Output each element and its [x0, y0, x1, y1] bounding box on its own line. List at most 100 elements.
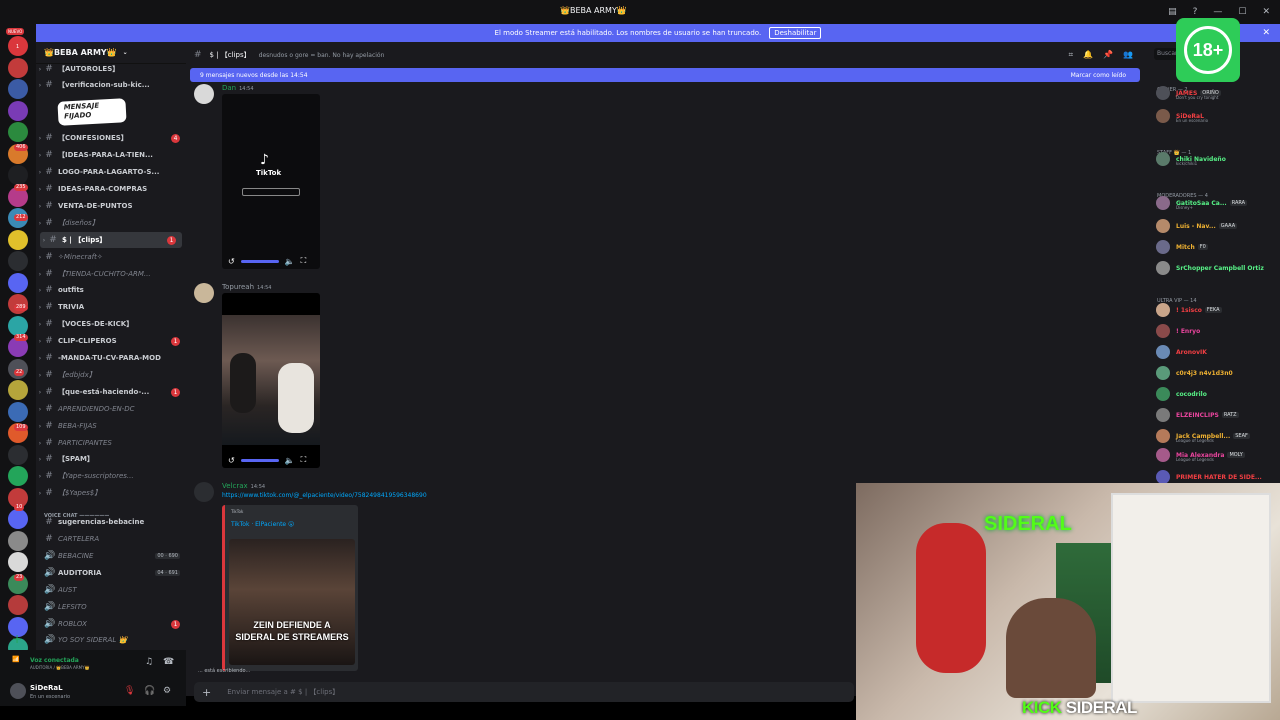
- server-icon[interactable]: [8, 509, 28, 529]
- expand-arrow-icon[interactable]: ›: [40, 237, 48, 244]
- bell-icon[interactable]: 🔔: [1083, 50, 1093, 60]
- member-item[interactable]: c0r4j3 n4v1d3n0: [1156, 365, 1276, 381]
- server-icon[interactable]: [8, 79, 28, 99]
- channel-item[interactable]: › # CLIP-CLIPEROS 1: [36, 333, 186, 349]
- channel-item[interactable]: › # 【diseños】: [36, 215, 186, 231]
- settings-gear-icon[interactable]: ⚙: [163, 686, 171, 696]
- video-attachment[interactable]: ↺ 🔈 ⛶: [222, 293, 320, 468]
- message-author[interactable]: Velcrax: [222, 482, 248, 490]
- expand-arrow-icon[interactable]: ›: [36, 287, 44, 294]
- replay-icon[interactable]: ↺: [228, 257, 235, 266]
- volume-icon[interactable]: 🔈: [285, 456, 295, 465]
- replay-icon[interactable]: ↺: [228, 456, 235, 465]
- server-icon[interactable]: [8, 401, 28, 422]
- member-item[interactable]: ! 1sisco FEKA: [1156, 302, 1276, 318]
- channel-item[interactable]: › # IDEAS-PARA-COMPRAS: [36, 181, 186, 197]
- expand-arrow-icon[interactable]: ›: [36, 203, 44, 210]
- avatar[interactable]: [194, 283, 214, 303]
- mic-muted-icon[interactable]: 🎙: [124, 686, 135, 696]
- member-item[interactable]: ! Enryo: [1156, 323, 1276, 339]
- server-icon[interactable]: [8, 272, 28, 293]
- member-item[interactable]: Luis - Nav... GAAA: [1156, 218, 1276, 234]
- expand-arrow-icon[interactable]: ›: [36, 254, 44, 261]
- avatar[interactable]: [1156, 240, 1170, 254]
- server-icon[interactable]: [8, 251, 28, 271]
- avatar[interactable]: [1156, 303, 1170, 317]
- expand-arrow-icon[interactable]: ›: [36, 406, 44, 413]
- server-icon[interactable]: [8, 466, 28, 486]
- minimize-button[interactable]: —: [1213, 7, 1222, 17]
- channel-item[interactable]: › # $ | 【clips】 1: [40, 232, 182, 248]
- channel-item[interactable]: › # 【Yape-suscriptores...: [36, 468, 186, 484]
- avatar[interactable]: [1156, 86, 1170, 100]
- channel-item[interactable]: › # TRIVIA: [36, 299, 186, 315]
- expand-arrow-icon[interactable]: ›: [36, 321, 44, 328]
- voice-channel-item[interactable]: # CARTELERA: [36, 531, 186, 547]
- expand-arrow-icon[interactable]: ›: [36, 490, 44, 497]
- member-item[interactable]: SiDeRaL En un escenario: [1156, 108, 1276, 124]
- channel-item[interactable]: › # outfits: [36, 282, 186, 298]
- expand-arrow-icon[interactable]: ›: [36, 220, 44, 227]
- server-icon[interactable]: [8, 595, 28, 615]
- embed-thumbnail[interactable]: ZEIN DEFIENDE A SIDERAL DE STREAMERS: [229, 539, 355, 665]
- avatar[interactable]: [1156, 261, 1170, 275]
- close-window-button[interactable]: ✕: [1262, 7, 1270, 17]
- expand-arrow-icon[interactable]: ›: [36, 355, 44, 362]
- server-icon[interactable]: [8, 444, 28, 465]
- member-item[interactable]: Mitch F0: [1156, 239, 1276, 255]
- avatar[interactable]: [1156, 109, 1170, 123]
- server-icon[interactable]: [8, 122, 28, 142]
- expand-arrow-icon[interactable]: ›: [36, 304, 44, 311]
- channel-item[interactable]: › # 【que-está-haciendo-... 1: [36, 384, 186, 400]
- avatar[interactable]: [1156, 429, 1170, 443]
- channel-item[interactable]: › # 【AUTOROLES】: [36, 61, 186, 77]
- add-attachment-icon[interactable]: +: [202, 686, 211, 699]
- mark-read-button[interactable]: Marcar como leído: [1071, 72, 1126, 79]
- channel-item[interactable]: › # ✧Minecraft✧: [36, 249, 186, 265]
- avatar[interactable]: [194, 482, 214, 502]
- server-icon[interactable]: [8, 165, 28, 185]
- member-item[interactable]: Jack Campbell... SEAF League of Legends: [1156, 428, 1276, 444]
- avatar[interactable]: [1156, 196, 1170, 210]
- expand-arrow-icon[interactable]: ›: [36, 456, 44, 463]
- expand-arrow-icon[interactable]: ›: [36, 372, 44, 379]
- message-author[interactable]: Dan: [222, 84, 236, 92]
- add-server-icon[interactable]: +: [12, 632, 22, 646]
- channel-item[interactable]: › # BEBA-FIJAS: [36, 418, 186, 434]
- embed-title[interactable]: TikTok · ElPaciente 😮: [231, 521, 294, 528]
- close-banner-icon[interactable]: ✕: [1262, 28, 1270, 38]
- help-icon[interactable]: ?: [1193, 7, 1198, 17]
- channel-item[interactable]: › # 【IDEAS-PARA-LA-TIEN...: [36, 147, 186, 163]
- pin-icon[interactable]: 📌: [1103, 50, 1113, 60]
- inbox-icon[interactable]: ▤: [1168, 7, 1177, 17]
- server-icon[interactable]: [8, 229, 28, 250]
- voice-channel-item[interactable]: # sugerencias-bebacine: [36, 514, 186, 530]
- message-link[interactable]: https://www.tiktok.com/@_elpaciente/vide…: [222, 492, 427, 499]
- avatar[interactable]: [1156, 152, 1170, 166]
- member-item[interactable]: Mia Alexandra MOLY League of Legends: [1156, 447, 1276, 463]
- server-icon[interactable]: [8, 100, 28, 121]
- expand-arrow-icon[interactable]: ›: [36, 423, 44, 430]
- avatar[interactable]: [1156, 448, 1170, 462]
- avatar[interactable]: [1156, 408, 1170, 422]
- composer-placeholder[interactable]: Enviar mensaje a # $ | 【clips】: [227, 687, 339, 697]
- voice-channel-item[interactable]: 🔊 AUDITORIA 04 · 691: [36, 565, 186, 581]
- channel-item[interactable]: › # 【TIENDA-CUCHITO-ARM...: [36, 266, 186, 282]
- channel-item[interactable]: › # 【VOCES-DE-KICK】: [36, 316, 186, 332]
- new-messages-bar[interactable]: 9 mensajes nuevos desde las 14:54 Marcar…: [190, 68, 1140, 82]
- channel-item[interactable]: › # 【$Yapes$】: [36, 485, 186, 501]
- channel-item[interactable]: › # LOGO-PARA-LAGARTO-S...: [36, 164, 186, 180]
- members-icon[interactable]: 👥: [1123, 50, 1133, 60]
- member-item[interactable]: SrChopper Campbell Ortiz: [1156, 260, 1276, 276]
- expand-arrow-icon[interactable]: ›: [36, 473, 44, 480]
- expand-arrow-icon[interactable]: ›: [36, 135, 44, 142]
- soundboard-icon[interactable]: ♫: [145, 657, 153, 667]
- headset-muted-icon[interactable]: 🎧: [144, 686, 155, 696]
- avatar[interactable]: [1156, 366, 1170, 380]
- disable-streamer-button[interactable]: Deshabilitar: [769, 27, 822, 39]
- channel-item[interactable]: › # -MANDA-TU-CV-PARA-MOD: [36, 350, 186, 366]
- server-icon[interactable]: [8, 315, 28, 336]
- avatar[interactable]: [1156, 219, 1170, 233]
- expand-arrow-icon[interactable]: ›: [36, 82, 44, 89]
- expand-arrow-icon[interactable]: ›: [36, 169, 44, 176]
